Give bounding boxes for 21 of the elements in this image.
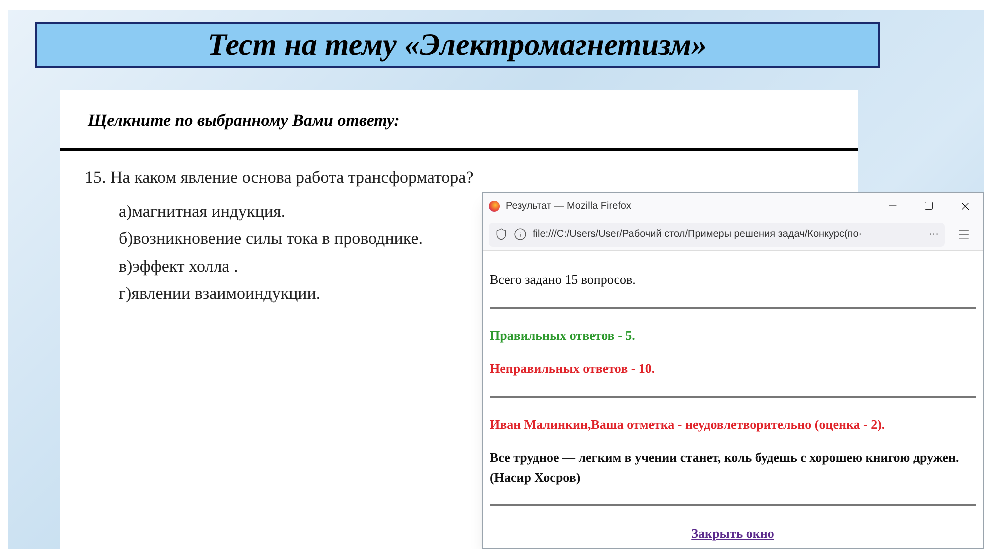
maximize-icon [924,201,934,211]
question-text: 15. На каком явление основа работа трансформатора? [85,167,475,189]
answer-option[interactable]: в)эффект холла . [119,254,238,279]
close-window-link[interactable]: Закрыть окно [692,524,774,544]
answer-option[interactable]: г)явлении взаимоиндукции. [119,281,321,306]
answer-option[interactable]: б)возникновение силы тока в проводнике. [119,226,424,252]
more-button[interactable]: ··· [929,227,939,242]
info-icon [514,228,527,241]
result-text: Правильных ответов - 5. [490,326,636,345]
result-text: Все трудное — легким в учении станет, коль будешь с хорошею книгою дружен. (Насир Хосров) [490,449,960,487]
result-text: Всего задано 15 вопросов. [490,271,637,289]
result-text: Иван Малинкин,Ваша отметка - неудовлетворительно (оценка - 2). [490,416,886,434]
answer-option[interactable]: а)магнитная индукция. [119,198,286,224]
url-text: file:///C:/Users/User/Рабочий стол/Примеры решения задач/Конкурс(по· [533,228,864,242]
instruction-text: Щелкните по выбранному Вами ответу: [88,111,400,130]
address-bar[interactable]: file:///C:/Users/User/Рабочий стол/Примеры решения задач/Конкурс(по· ··· [489,222,945,246]
slide-title: Тест на тему «Электромагнетизм» [208,26,708,64]
result-text: Неправильных ответов - 10. [490,360,656,378]
menu-icon[interactable] [957,228,971,242]
window-title: Результат — Mozilla Firefox [506,200,632,214]
shield-icon [495,228,508,241]
